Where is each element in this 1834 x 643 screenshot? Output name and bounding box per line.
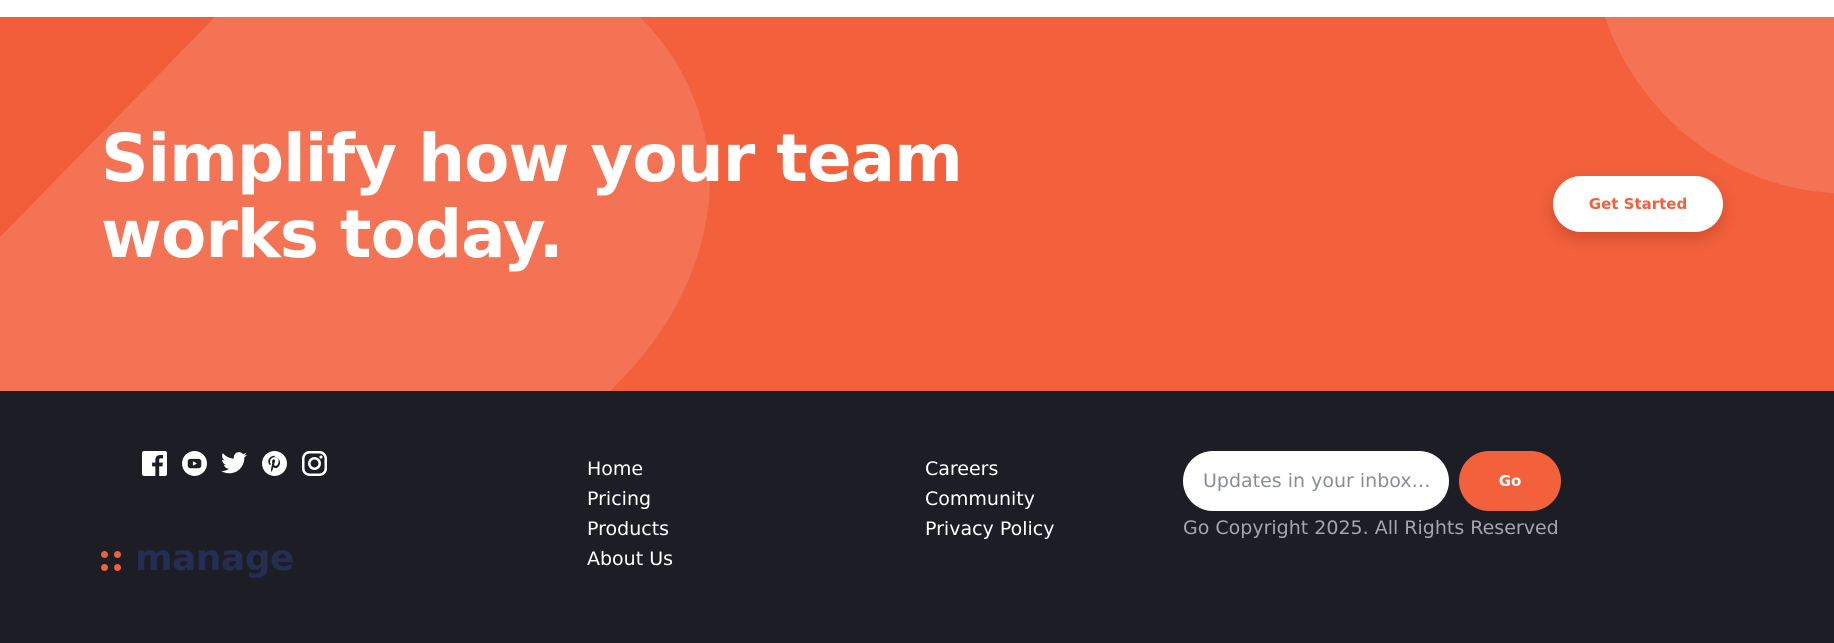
logo-mark-icon — [101, 551, 123, 573]
footer-link-about-us[interactable]: About Us — [587, 544, 673, 574]
site-footer: manage Home Pricing Products About Us Ca… — [0, 391, 1834, 643]
footer-nav-primary: Home Pricing Products About Us — [587, 454, 673, 574]
twitter-icon[interactable] — [221, 450, 247, 476]
top-strip — [0, 0, 1834, 17]
get-started-button[interactable]: Get Started — [1553, 176, 1723, 232]
footer-link-privacy-policy[interactable]: Privacy Policy — [925, 514, 1054, 544]
newsletter-go-button[interactable]: Go — [1459, 451, 1561, 511]
facebook-icon[interactable] — [141, 450, 167, 476]
cta-banner: Simplify how your team works today. Get S… — [0, 17, 1834, 391]
footer-nav-secondary: Careers Community Privacy Policy — [925, 454, 1054, 544]
youtube-icon[interactable] — [181, 450, 207, 476]
newsletter-email-input[interactable] — [1183, 451, 1449, 511]
footer-link-home[interactable]: Home — [587, 454, 673, 484]
logo-wordmark: manage — [135, 538, 294, 579]
footer-link-community[interactable]: Community — [925, 484, 1054, 514]
cta-headline-line-1: Simplify how your team — [101, 120, 963, 197]
brand-logo[interactable]: manage — [101, 541, 294, 577]
social-links — [141, 450, 327, 476]
footer-link-pricing[interactable]: Pricing — [587, 484, 673, 514]
footer-link-careers[interactable]: Careers — [925, 454, 1054, 484]
cta-headline: Simplify how your team works today. — [101, 121, 1001, 273]
footer-link-products[interactable]: Products — [587, 514, 673, 544]
pinterest-icon[interactable] — [261, 450, 287, 476]
cta-headline-line-2: works today. — [101, 196, 564, 273]
copyright-text: Go Copyright 2025. All Rights Reserved — [1183, 517, 1559, 539]
instagram-icon[interactable] — [301, 450, 327, 476]
